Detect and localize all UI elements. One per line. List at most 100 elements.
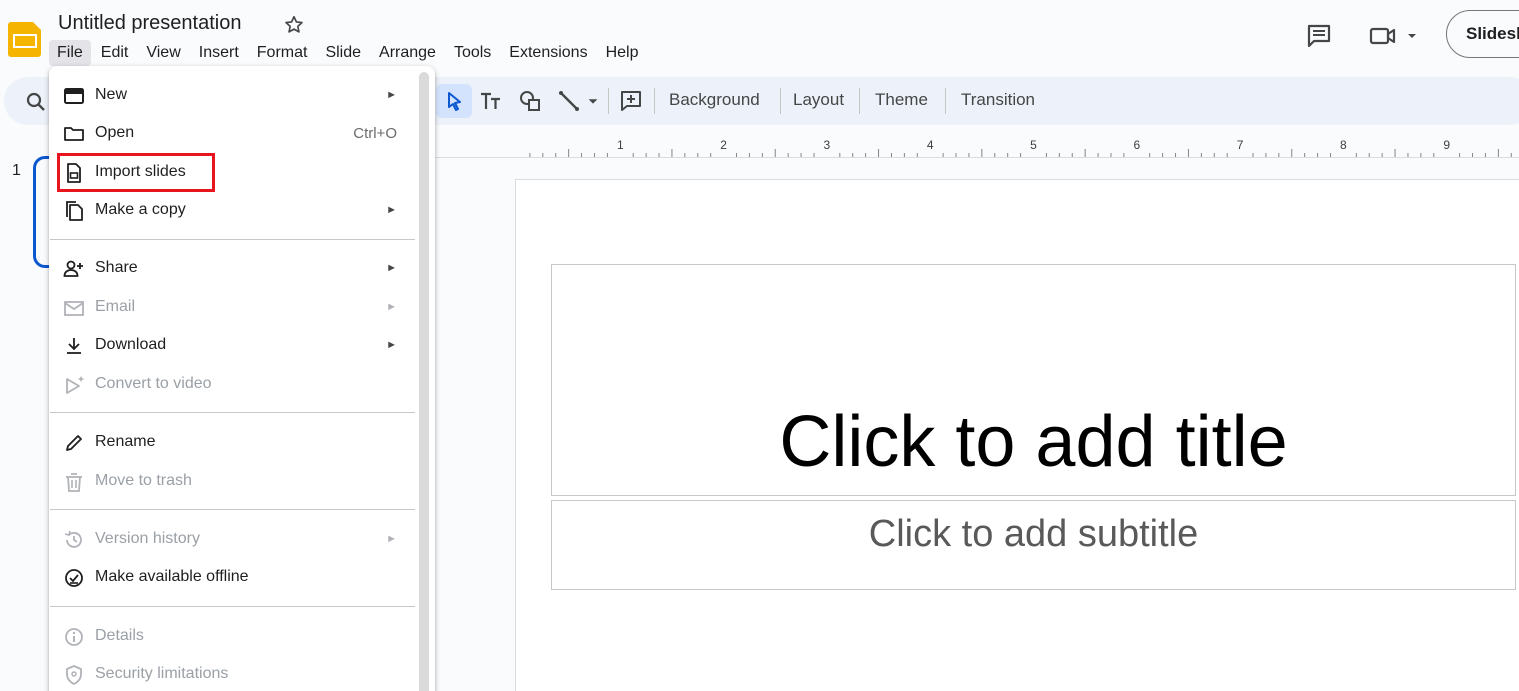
- menu-item-new[interactable]: New ►: [49, 77, 415, 113]
- submenu-arrow-icon: ►: [386, 262, 397, 274]
- menu-item-label: New: [95, 86, 128, 103]
- new-presentation-icon: [64, 88, 84, 104]
- horizontal-ruler[interactable]: 1 2 3 4 5 6 7 8 9: [435, 134, 1519, 158]
- video-sparkle-icon: [66, 376, 84, 394]
- menu-item-security-limitations[interactable]: Security limitations: [49, 656, 415, 691]
- folder-icon: [64, 127, 84, 141]
- ruler-label: 4: [927, 138, 934, 152]
- menu-separator: [50, 606, 415, 607]
- subtitle-placeholder[interactable]: Click to add subtitle: [551, 513, 1516, 556]
- menu-insert[interactable]: Insert: [191, 40, 247, 66]
- menu-view[interactable]: View: [138, 40, 188, 66]
- search-menus-icon[interactable]: [24, 90, 48, 114]
- toolbar-divider: [654, 88, 655, 114]
- menu-arrange[interactable]: Arrange: [371, 40, 444, 66]
- meet-button[interactable]: [1368, 22, 1424, 50]
- menu-scrollbar[interactable]: [419, 72, 429, 691]
- menu-item-label: Convert to video: [95, 375, 212, 392]
- text-box-icon[interactable]: [478, 88, 504, 114]
- menu-slide[interactable]: Slide: [317, 40, 369, 66]
- highlight-annotation: [57, 153, 215, 192]
- menu-item-label: Details: [95, 627, 144, 644]
- ruler-label: 7: [1237, 138, 1244, 152]
- menu-item-download[interactable]: Download ►: [49, 327, 415, 363]
- menu-help[interactable]: Help: [598, 40, 647, 66]
- history-icon: [64, 530, 82, 548]
- menu-item-move-to-trash[interactable]: Move to trash: [49, 463, 415, 499]
- layout-button[interactable]: Layout: [793, 90, 844, 110]
- menu-item-label: Open: [95, 124, 135, 141]
- shield-icon: [66, 665, 82, 685]
- slideshow-button[interactable]: Slidesh: [1446, 10, 1519, 58]
- menu-item-make-available-offline[interactable]: Make available offline: [49, 559, 415, 595]
- chevron-down-icon: [1408, 34, 1416, 38]
- slide-number: 1: [12, 162, 21, 179]
- slides-logo-icon[interactable]: [5, 18, 45, 58]
- submenu-arrow-icon: ►: [386, 301, 397, 313]
- menu-item-label: Move to trash: [95, 472, 192, 489]
- ruler-label: 5: [1030, 138, 1037, 152]
- ruler-label: 8: [1340, 138, 1347, 152]
- menu-item-label: Version history: [95, 530, 200, 547]
- menu-edit[interactable]: Edit: [93, 40, 137, 66]
- menu-item-convert-to-video[interactable]: Convert to video: [49, 366, 415, 402]
- menu-item-version-history[interactable]: Version history ►: [49, 521, 415, 557]
- add-comment-icon[interactable]: [618, 88, 644, 114]
- video-camera-icon: [1369, 27, 1396, 45]
- menu-item-label: Make a copy: [95, 201, 186, 218]
- info-icon: [65, 628, 83, 646]
- menu-item-label: Share: [95, 259, 138, 276]
- submenu-arrow-icon: ►: [386, 204, 397, 216]
- menu-item-share[interactable]: Share ►: [49, 250, 415, 286]
- menu-item-make-a-copy[interactable]: Make a copy ►: [49, 192, 415, 228]
- line-dropdown-chevron-icon[interactable]: [583, 88, 603, 114]
- offline-check-icon: [65, 569, 83, 587]
- ruler-ticks: 1 2 3 4 5 6 7 8 9: [529, 138, 1512, 157]
- toolbar-divider: [780, 88, 781, 114]
- menu-item-rename[interactable]: Rename: [49, 424, 415, 460]
- shapes-icon[interactable]: [517, 88, 543, 114]
- menu-separator: [50, 509, 415, 510]
- menu-item-label: Rename: [95, 433, 156, 450]
- cursor-icon[interactable]: [441, 88, 467, 114]
- menu-format[interactable]: Format: [249, 40, 316, 66]
- menu-item-email[interactable]: Email ►: [49, 289, 415, 325]
- transition-button[interactable]: Transition: [961, 90, 1035, 110]
- menu-bar: File Edit View Insert Format Slide Arran…: [49, 40, 648, 66]
- pencil-icon: [66, 435, 82, 451]
- comment-icon[interactable]: [1305, 22, 1333, 50]
- copy-icon: [66, 201, 83, 221]
- menu-separator: [50, 239, 415, 240]
- ruler-label: 2: [720, 138, 727, 152]
- menu-item-label: Security limitations: [95, 665, 229, 682]
- shortcut-label: Ctrl+O: [353, 125, 397, 142]
- menu-item-label: Make available offline: [95, 568, 249, 585]
- toolbar-divider: [945, 88, 946, 114]
- ruler-label: 9: [1443, 138, 1450, 152]
- star-icon[interactable]: [283, 14, 305, 36]
- menu-tools[interactable]: Tools: [446, 40, 499, 66]
- toolbar-divider: [859, 88, 860, 114]
- toolbar-divider: [608, 88, 609, 114]
- share-person-icon: [63, 260, 83, 277]
- menu-item-open[interactable]: Open Ctrl+O: [49, 115, 415, 151]
- submenu-arrow-icon: ►: [386, 89, 397, 101]
- trash-icon: [66, 473, 82, 492]
- document-title[interactable]: Untitled presentation: [58, 12, 241, 35]
- menu-item-details[interactable]: Details: [49, 618, 415, 654]
- menu-item-label: Email: [95, 298, 136, 315]
- ruler-label: 6: [1133, 138, 1140, 152]
- title-placeholder[interactable]: Click to add title: [551, 400, 1516, 484]
- menu-item-label: Download: [95, 336, 167, 353]
- line-icon[interactable]: [556, 88, 582, 114]
- email-icon: [64, 301, 84, 316]
- menu-separator: [50, 412, 415, 413]
- theme-button[interactable]: Theme: [875, 90, 928, 110]
- submenu-arrow-icon: ►: [386, 533, 397, 545]
- submenu-arrow-icon: ►: [386, 339, 397, 351]
- menu-file[interactable]: File: [49, 40, 91, 66]
- background-button[interactable]: Background: [669, 90, 760, 110]
- download-icon: [67, 338, 81, 354]
- menu-extensions[interactable]: Extensions: [501, 40, 595, 66]
- ruler-label: 1: [617, 138, 624, 152]
